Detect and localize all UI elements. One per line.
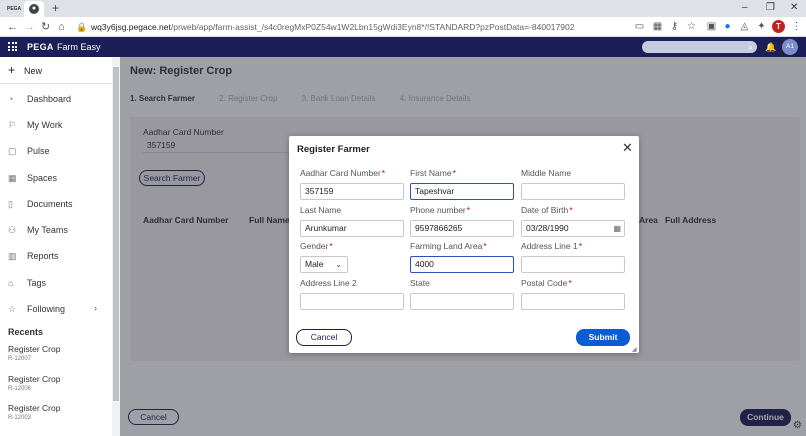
sidebar-scrollbar[interactable] <box>112 57 120 436</box>
chevron-down-icon: ⌄ <box>335 260 342 269</box>
sidebar-item-my-work[interactable]: ⚐ My Work <box>8 119 62 131</box>
register-farmer-modal: Register Farmer ✕ Aadhar Card Number* 35… <box>289 136 639 353</box>
spaces-icon: ▦ <box>8 173 17 183</box>
teams-icon: ⚇ <box>8 225 17 235</box>
middle-name-input[interactable] <box>521 183 625 200</box>
search-icon[interactable]: ⌕ <box>748 41 753 53</box>
extension-icon-2[interactable]: ● <box>722 21 733 32</box>
aadhar-input[interactable]: 357159 <box>300 183 404 200</box>
sidebar-divider <box>0 83 112 84</box>
pega-favicon-icon: PEGA <box>7 6 22 12</box>
sidebar-item-dashboard[interactable]: ◔ Dashboard <box>8 93 71 105</box>
field-address1: Address Line 1* <box>521 241 625 273</box>
field-last-name: Last Name Arunkumar <box>300 205 404 237</box>
scrollbar-thumb[interactable] <box>113 67 119 401</box>
browser-tab-pega[interactable]: PEGA <box>2 1 22 17</box>
extension-icon-3[interactable]: ◬ <box>739 21 750 32</box>
field-gender: Gender* Male ⌄ <box>300 241 404 273</box>
address-line1-input[interactable] <box>521 256 625 273</box>
postal-code-input[interactable] <box>521 293 625 310</box>
first-name-input[interactable]: Tapeshvar <box>410 183 514 200</box>
phone-input[interactable]: 9597866265 <box>410 220 514 237</box>
github-favicon-icon: ● <box>29 4 39 14</box>
minimize-icon[interactable]: – <box>742 2 748 14</box>
app-launcher-icon[interactable] <box>8 42 17 51</box>
browser-profile-avatar[interactable]: T <box>772 20 785 33</box>
state-input[interactable] <box>410 293 514 310</box>
last-name-input[interactable]: Arunkumar <box>300 220 404 237</box>
close-window-icon[interactable]: ✕ <box>790 2 798 14</box>
forward-icon[interactable]: → <box>24 20 35 34</box>
modal-cancel-button[interactable]: Cancel <box>296 329 352 346</box>
sidebar: + New ◔ Dashboard ⚐ My Work ▢ Pulse ▦ Spaces … <box>0 57 120 436</box>
sidebar-item-reports[interactable]: ▥ Reports <box>8 250 59 262</box>
close-icon[interactable]: ✕ <box>622 141 633 155</box>
sidebar-item-tags[interactable]: ⌂ Tags <box>8 277 46 289</box>
app-name: Farm Easy <box>57 42 101 52</box>
field-phone: Phone number* 9597866265 <box>410 205 514 237</box>
reports-icon: ▥ <box>8 251 17 261</box>
sidebar-item-following[interactable]: ☆ Following <box>8 303 65 315</box>
land-area-input[interactable]: 4000 <box>410 256 514 273</box>
back-icon[interactable]: ← <box>7 20 18 34</box>
field-dob: Date of Birth* 03/28/1990 ▦ <box>521 205 625 237</box>
sidebar-item-my-teams[interactable]: ⚇ My Teams <box>8 224 68 236</box>
modal-title: Register Farmer <box>297 144 370 155</box>
key-icon[interactable]: ⚷ <box>669 21 680 32</box>
calendar-icon[interactable]: ▦ <box>613 221 621 236</box>
field-state: State <box>410 278 514 310</box>
field-first-name: First Name* Tapeshvar <box>410 168 514 200</box>
browser-menu-icon[interactable]: ⋮ <box>791 21 802 32</box>
address-bar-row: ← → ↻ ⌂ 🔒 wq3y6jsg.pegace.net/prweb/app/… <box>0 17 806 37</box>
recents-heading: Recents <box>8 327 44 337</box>
address-line2-input[interactable] <box>300 293 404 310</box>
header-search-input[interactable]: ⌕ <box>642 41 757 53</box>
maximize-icon[interactable]: ❐ <box>766 2 775 14</box>
qr-code-icon[interactable]: ▦ <box>652 21 663 32</box>
new-tab-icon[interactable]: + <box>52 2 59 14</box>
cast-icon[interactable]: ▭ <box>634 21 645 32</box>
pulse-icon: ▢ <box>8 146 17 156</box>
bookmark-star-icon[interactable]: ☆ <box>686 21 697 32</box>
chevron-right-icon[interactable]: › <box>94 303 97 313</box>
field-land-area: Farming Land Area* 4000 <box>410 241 514 273</box>
user-avatar[interactable]: A1 <box>782 39 798 55</box>
home-icon[interactable]: ⌂ <box>58 20 65 34</box>
sidebar-item-pulse[interactable]: ▢ Pulse <box>8 145 50 157</box>
document-icon: ▯ <box>8 199 13 209</box>
browser-tab-active[interactable]: ● <box>24 1 44 17</box>
star-icon: ☆ <box>8 304 17 314</box>
browser-tab-strip: PEGA ● + – ❐ ✕ <box>0 0 806 17</box>
sidebar-item-documents[interactable]: ▯ Documents <box>8 198 73 210</box>
extension-icon-1[interactable]: ▣ <box>706 21 717 32</box>
reload-icon[interactable]: ↻ <box>41 20 50 34</box>
dob-input[interactable]: 03/28/1990 ▦ <box>521 220 625 237</box>
sidebar-new-button[interactable]: + New <box>8 64 42 77</box>
lock-icon[interactable]: 🔒 <box>76 20 87 34</box>
sidebar-item-spaces[interactable]: ▦ Spaces <box>8 172 57 184</box>
resize-handle-icon[interactable]: ◢ <box>632 346 637 353</box>
address-bar-url[interactable]: wq3y6jsg.pegace.net/prweb/app/farm-assis… <box>91 21 574 33</box>
plus-icon: + <box>8 63 16 77</box>
field-aadhar: Aadhar Card Number* 357159 <box>300 168 404 200</box>
field-address2: Address Line 2 <box>300 278 404 310</box>
app-header: PEGA Farm Easy ⌕ 🔔 A1 <box>0 37 806 57</box>
tag-icon: ⌂ <box>8 278 14 288</box>
brand-logo: PEGA <box>27 42 54 52</box>
recent-item[interactable]: Register Crop R-12007 <box>8 344 60 362</box>
extensions-puzzle-icon[interactable]: ✦ <box>756 21 767 32</box>
field-postal: Postal Code* <box>521 278 625 310</box>
recent-item[interactable]: Register Crop R-12003 <box>8 403 60 421</box>
gender-select[interactable]: Male ⌄ <box>300 256 348 273</box>
field-middle-name: Middle Name <box>521 168 625 200</box>
submit-button[interactable]: Submit <box>576 329 630 346</box>
notification-bell-icon[interactable]: 🔔 <box>765 41 776 53</box>
flag-icon: ⚐ <box>8 120 17 130</box>
dashboard-icon: ◔ <box>8 94 14 104</box>
recent-item[interactable]: Register Crop R-12006 <box>8 374 60 392</box>
